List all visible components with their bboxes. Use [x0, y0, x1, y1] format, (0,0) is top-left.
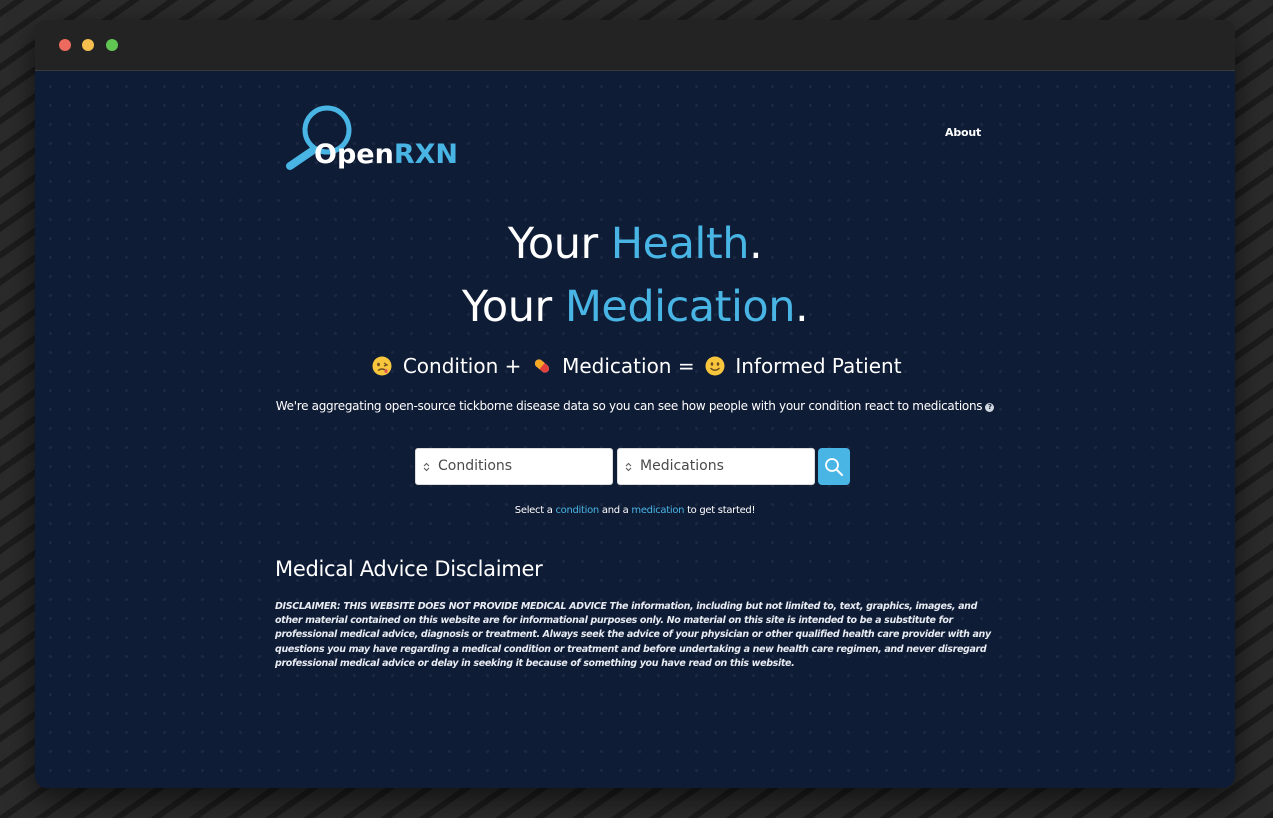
hint-middle: and a: [598, 505, 632, 516]
hero-line-2-accent: Medication: [564, 282, 796, 332]
select-arrows-icon: [423, 462, 430, 472]
sick-face-emoji-icon: [372, 356, 392, 376]
pill-emoji-icon: [534, 359, 549, 373]
logo-wordmark: OpenRXN: [314, 141, 458, 168]
search-icon: [825, 458, 843, 476]
hero-line-2-plain: Your: [461, 282, 565, 332]
hero-line-1-end: .: [749, 219, 763, 269]
get-started-hint: Select a condition and a medication to g…: [35, 505, 1235, 516]
hint-prefix: Select a: [514, 505, 556, 516]
info-icon[interactable]: ?: [985, 403, 995, 412]
medications-select[interactable]: Medications: [617, 448, 815, 485]
close-window-button[interactable]: [59, 39, 71, 51]
browser-window: OpenRXN About Your Health. Your Medicati…: [35, 20, 1235, 788]
medications-placeholder: Medications: [640, 458, 724, 474]
hint-suffix: to get started!: [684, 505, 756, 516]
equation-equals: =: [677, 354, 695, 378]
window-titlebar: [35, 20, 1235, 71]
disclaimer-body: DISCLAIMER: THIS WEBSITE DOES NOT PROVID…: [275, 601, 991, 669]
conditions-select[interactable]: Conditions: [415, 448, 613, 485]
nav-about-link[interactable]: About: [945, 126, 981, 139]
minimize-window-button[interactable]: [82, 39, 94, 51]
select-arrows-icon: [625, 462, 632, 472]
openrxn-logo[interactable]: OpenRXN: [283, 103, 483, 170]
logo-text-open: Open: [314, 139, 394, 170]
equation-medication: Medication: [562, 354, 672, 378]
equation-informed-patient: Informed Patient: [735, 354, 902, 378]
equation-condition: Condition: [402, 354, 499, 378]
hero-line-2-end: .: [794, 282, 809, 332]
logo-text-rxn: RXN: [393, 139, 459, 170]
conditions-placeholder: Conditions: [438, 458, 513, 474]
search-button[interactable]: [818, 448, 850, 485]
hint-medication-link[interactable]: medication: [631, 505, 684, 516]
tagline-text: We're aggregating open-source tickborne …: [275, 399, 983, 413]
hint-condition-link[interactable]: condition: [555, 505, 599, 516]
maximize-window-button[interactable]: [106, 39, 118, 51]
hero-line-1-plain: Your: [507, 219, 611, 269]
equation-plus: +: [504, 354, 522, 378]
tagline: We're aggregating open-source tickborne …: [35, 399, 1235, 413]
hero-line-2: Your Medication.: [35, 286, 1235, 329]
hero-line-1-accent: Health: [610, 219, 750, 269]
smiling-face-emoji-icon: [705, 356, 725, 376]
page-content: OpenRXN About Your Health. Your Medicati…: [35, 71, 1235, 788]
disclaimer-heading: Medical Advice Disclaimer: [275, 557, 543, 581]
hero-line-1: Your Health.: [35, 223, 1235, 266]
value-equation: Condition + Medication = Informed Patien…: [35, 356, 1235, 376]
